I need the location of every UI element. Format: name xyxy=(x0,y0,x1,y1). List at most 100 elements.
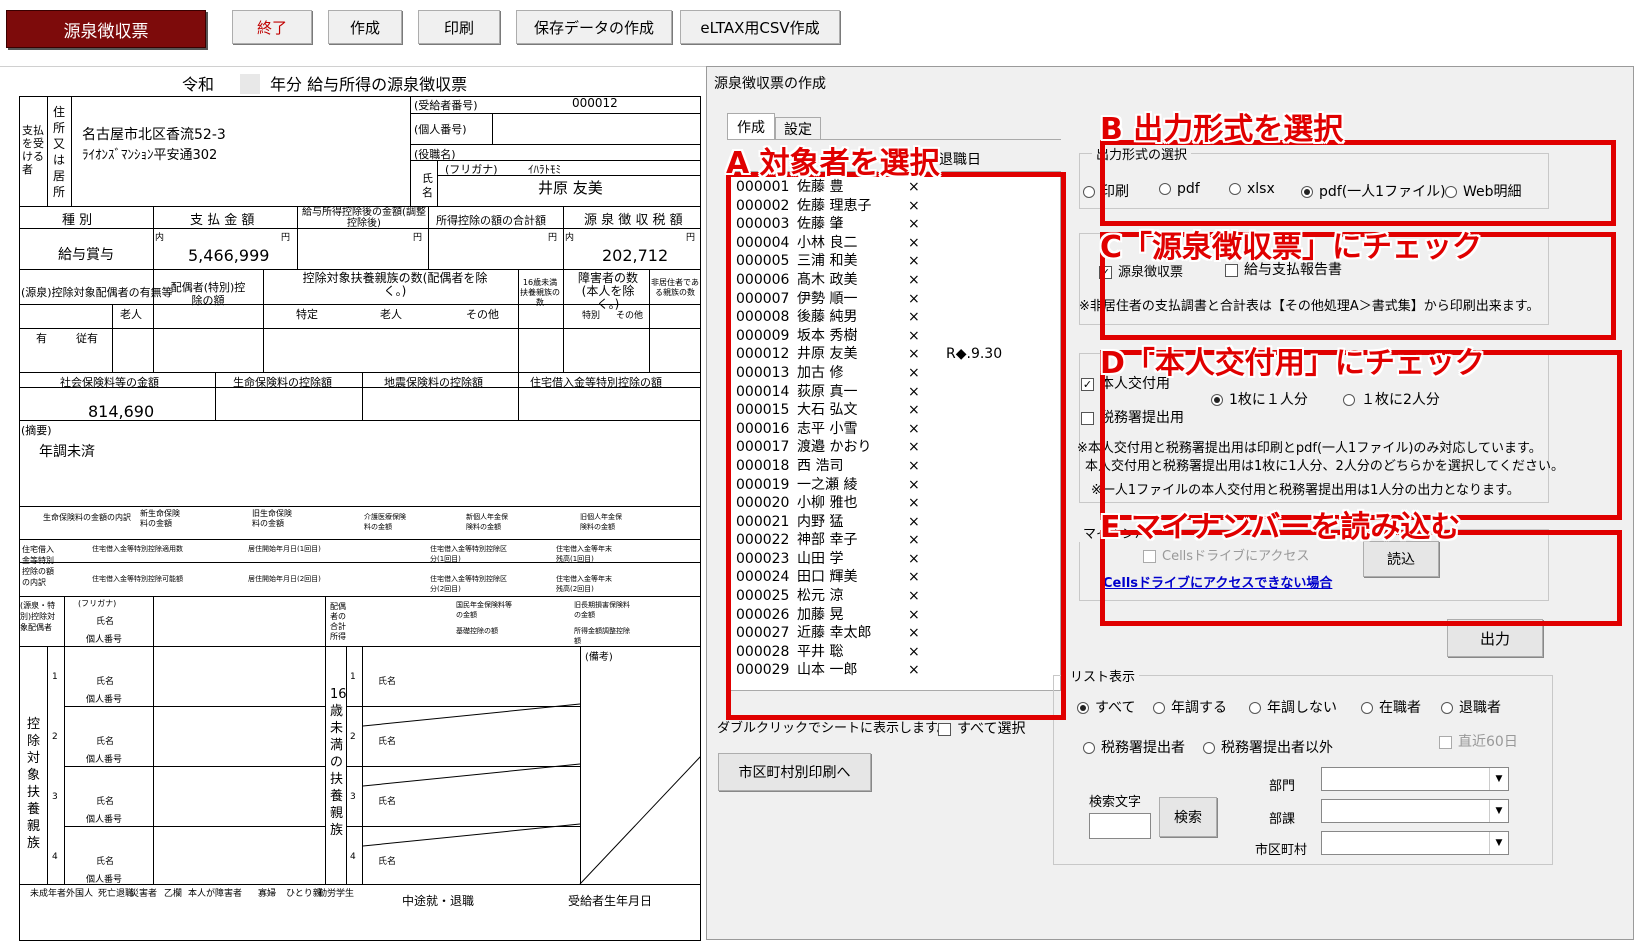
furigana-value: ｲﾊﾗﾄﾓﾐ xyxy=(528,163,561,176)
radio-employed-label: 在職者 xyxy=(1379,700,1421,716)
list-header-retire: 退職日 xyxy=(939,152,981,168)
name-value: 井原 友美 xyxy=(538,179,603,197)
annotation-label-b: B 出力形式を選択 xyxy=(1100,112,1344,147)
has-label: 有 xyxy=(36,332,47,345)
radio-all[interactable]: すべて xyxy=(1077,697,1135,717)
under16-section-label: 16歳未満の扶養親族 xyxy=(330,687,347,838)
eltax-csv-button[interactable]: eLTAX用CSV作成 xyxy=(680,10,840,44)
withholding-amount: 202,712 xyxy=(602,246,669,265)
social-insurance-amount: 814,690 xyxy=(88,402,155,421)
balance-label: 住宅借入金等年末残高(1回目) xyxy=(556,545,612,563)
spouse-personal-no-label: 個人番号 xyxy=(86,635,123,645)
name-label: 氏名 xyxy=(422,172,433,199)
dep-num: 4 xyxy=(350,852,356,862)
dependent-label: 従有 xyxy=(76,332,98,345)
search-button[interactable]: 検索 xyxy=(1159,797,1217,837)
footer-disabled-label: 本人が障害者 xyxy=(188,889,243,899)
radio-icon[interactable] xyxy=(1083,186,1095,198)
search-input[interactable] xyxy=(1089,813,1151,839)
row-type-value: 給与賞与 xyxy=(58,247,114,263)
earthquake-label: 地震保険料の控除額 xyxy=(384,376,483,389)
footer-student-label: 勤労学生 xyxy=(318,889,355,899)
col-withholding: 源 泉 徴 収 税 額 xyxy=(584,213,683,228)
radio-icon[interactable] xyxy=(1361,702,1373,714)
radio-non-submitter[interactable]: 税務署提出者以外 xyxy=(1203,737,1333,757)
adjust-label: 所得金額調整控除額 xyxy=(574,627,630,645)
radio-icon[interactable] xyxy=(1441,702,1453,714)
radio-tax-submitter[interactable]: 税務署提出者 xyxy=(1083,737,1185,757)
print-button[interactable]: 印刷 xyxy=(418,10,500,44)
life-insurance-label: 生命保険料の控除額 xyxy=(233,376,332,389)
address-line1: 名古屋市北区香流52-3 xyxy=(82,127,226,143)
radio-selected-icon[interactable] xyxy=(1077,702,1089,714)
chevron-down-icon[interactable]: ▼ xyxy=(1489,800,1508,822)
chevron-down-icon[interactable]: ▼ xyxy=(1489,768,1508,790)
city-print-button[interactable]: 市区町村別印刷へ xyxy=(718,753,871,791)
filter-section-label: 部課 xyxy=(1269,812,1296,827)
search-label: 検索文字 xyxy=(1089,795,1142,810)
select-all-label: すべて選択 xyxy=(957,721,1026,737)
section-select[interactable]: ▼ xyxy=(1321,799,1509,823)
possible-label: 住宅借入金等特別控除可能額 xyxy=(92,575,183,583)
filter-city-label: 市区町村 xyxy=(1255,843,1308,858)
social-insurance-label: 社会保険料等の金額 xyxy=(60,376,159,389)
dep-personal-no-label: 個人番号 xyxy=(86,695,123,705)
dep-personal-no-label: 個人番号 xyxy=(86,755,123,765)
city-select[interactable]: ▼ xyxy=(1321,831,1509,855)
radio-icon[interactable] xyxy=(1083,742,1095,754)
special-label: 特別 xyxy=(582,311,601,321)
save-data-button[interactable]: 保存データの作成 xyxy=(516,10,672,44)
yen-unit: 円 xyxy=(413,233,423,243)
address-label: 住所又は居所 xyxy=(53,105,66,199)
create-button[interactable]: 作成 xyxy=(328,10,402,44)
radio-icon[interactable] xyxy=(1249,702,1261,714)
footer-otsu-label: 乙欄 xyxy=(164,889,183,899)
recipient-no: 000012 xyxy=(572,96,618,110)
radio-no-adjust[interactable]: 年調しない xyxy=(1249,697,1337,717)
withholding-slip-sheet: 令和 年分 給与所得の源泉徴収票 支払を受ける者 住所又は居所 名古屋市北区香流… xyxy=(0,66,706,943)
dep-num: 1 xyxy=(52,672,58,682)
col-type: 種 別 xyxy=(62,213,93,228)
tab-settings[interactable]: 設定 xyxy=(775,117,821,140)
footer-single-parent-label: ひとり親 xyxy=(286,889,322,899)
new-pension-label: 新個人年金保険料の金額 xyxy=(466,513,508,531)
annotation-box-b xyxy=(1100,140,1616,226)
checkbox-recent60[interactable]: 直近60日 xyxy=(1439,731,1518,751)
year-box xyxy=(240,74,260,94)
check-icon[interactable]: ✓ xyxy=(1081,377,1094,391)
yen-unit: 円 xyxy=(281,233,291,243)
annotation-label-e: E マイナンバーを読み込む xyxy=(1100,510,1461,545)
chevron-down-icon[interactable]: ▼ xyxy=(1489,832,1508,854)
radio-adjust[interactable]: 年調する xyxy=(1153,697,1227,717)
radio-icon[interactable] xyxy=(1153,702,1165,714)
yen-unit: 円 xyxy=(686,233,696,243)
spouse-name-label: 氏名 xyxy=(96,617,115,627)
footer-midway: 中途就・退職 xyxy=(402,894,475,908)
radio-retired-label: 退職者 xyxy=(1459,700,1501,716)
dependents-section-label: 控除対象扶養親族 xyxy=(27,717,41,851)
check-icon[interactable] xyxy=(1439,735,1452,749)
exit-button[interactable]: 終了 xyxy=(232,10,312,44)
select-all-checkbox[interactable]: すべて選択 xyxy=(938,718,1025,738)
tab-create[interactable]: 作成 xyxy=(727,113,775,140)
footer-birth: 受給者生年月日 xyxy=(568,894,653,908)
annotation-label-a: A 対象者を選択 xyxy=(726,146,940,181)
app-title-button[interactable]: 源泉徴収票 xyxy=(6,10,206,48)
dep-name-label: 氏名 xyxy=(96,797,115,807)
check-icon[interactable] xyxy=(1081,411,1094,425)
payment-amount: 5,466,999 xyxy=(188,246,270,265)
department-select[interactable]: ▼ xyxy=(1321,767,1509,791)
remarks-label: (摘要) xyxy=(21,424,52,437)
footer-minor-label: 未成年者 xyxy=(30,889,67,899)
residence-date2-label: 居住開始年月日(2回目) xyxy=(248,575,321,583)
housing-type2-label: 住宅借入金等特別控除区分(2回目) xyxy=(430,575,507,593)
footer-widow-label: 寡婦 xyxy=(258,889,277,899)
remarks-value: 年調未済 xyxy=(39,444,95,460)
elderly-label: 老人 xyxy=(120,308,142,321)
select-all-check-icon[interactable] xyxy=(938,722,951,736)
dep-personal-no-label: 個人番号 xyxy=(86,875,123,885)
radio-icon[interactable] xyxy=(1203,742,1215,754)
radio-no-adjust-label: 年調しない xyxy=(1267,700,1337,716)
radio-retired[interactable]: 退職者 xyxy=(1441,697,1501,717)
radio-employed[interactable]: 在職者 xyxy=(1361,697,1421,717)
